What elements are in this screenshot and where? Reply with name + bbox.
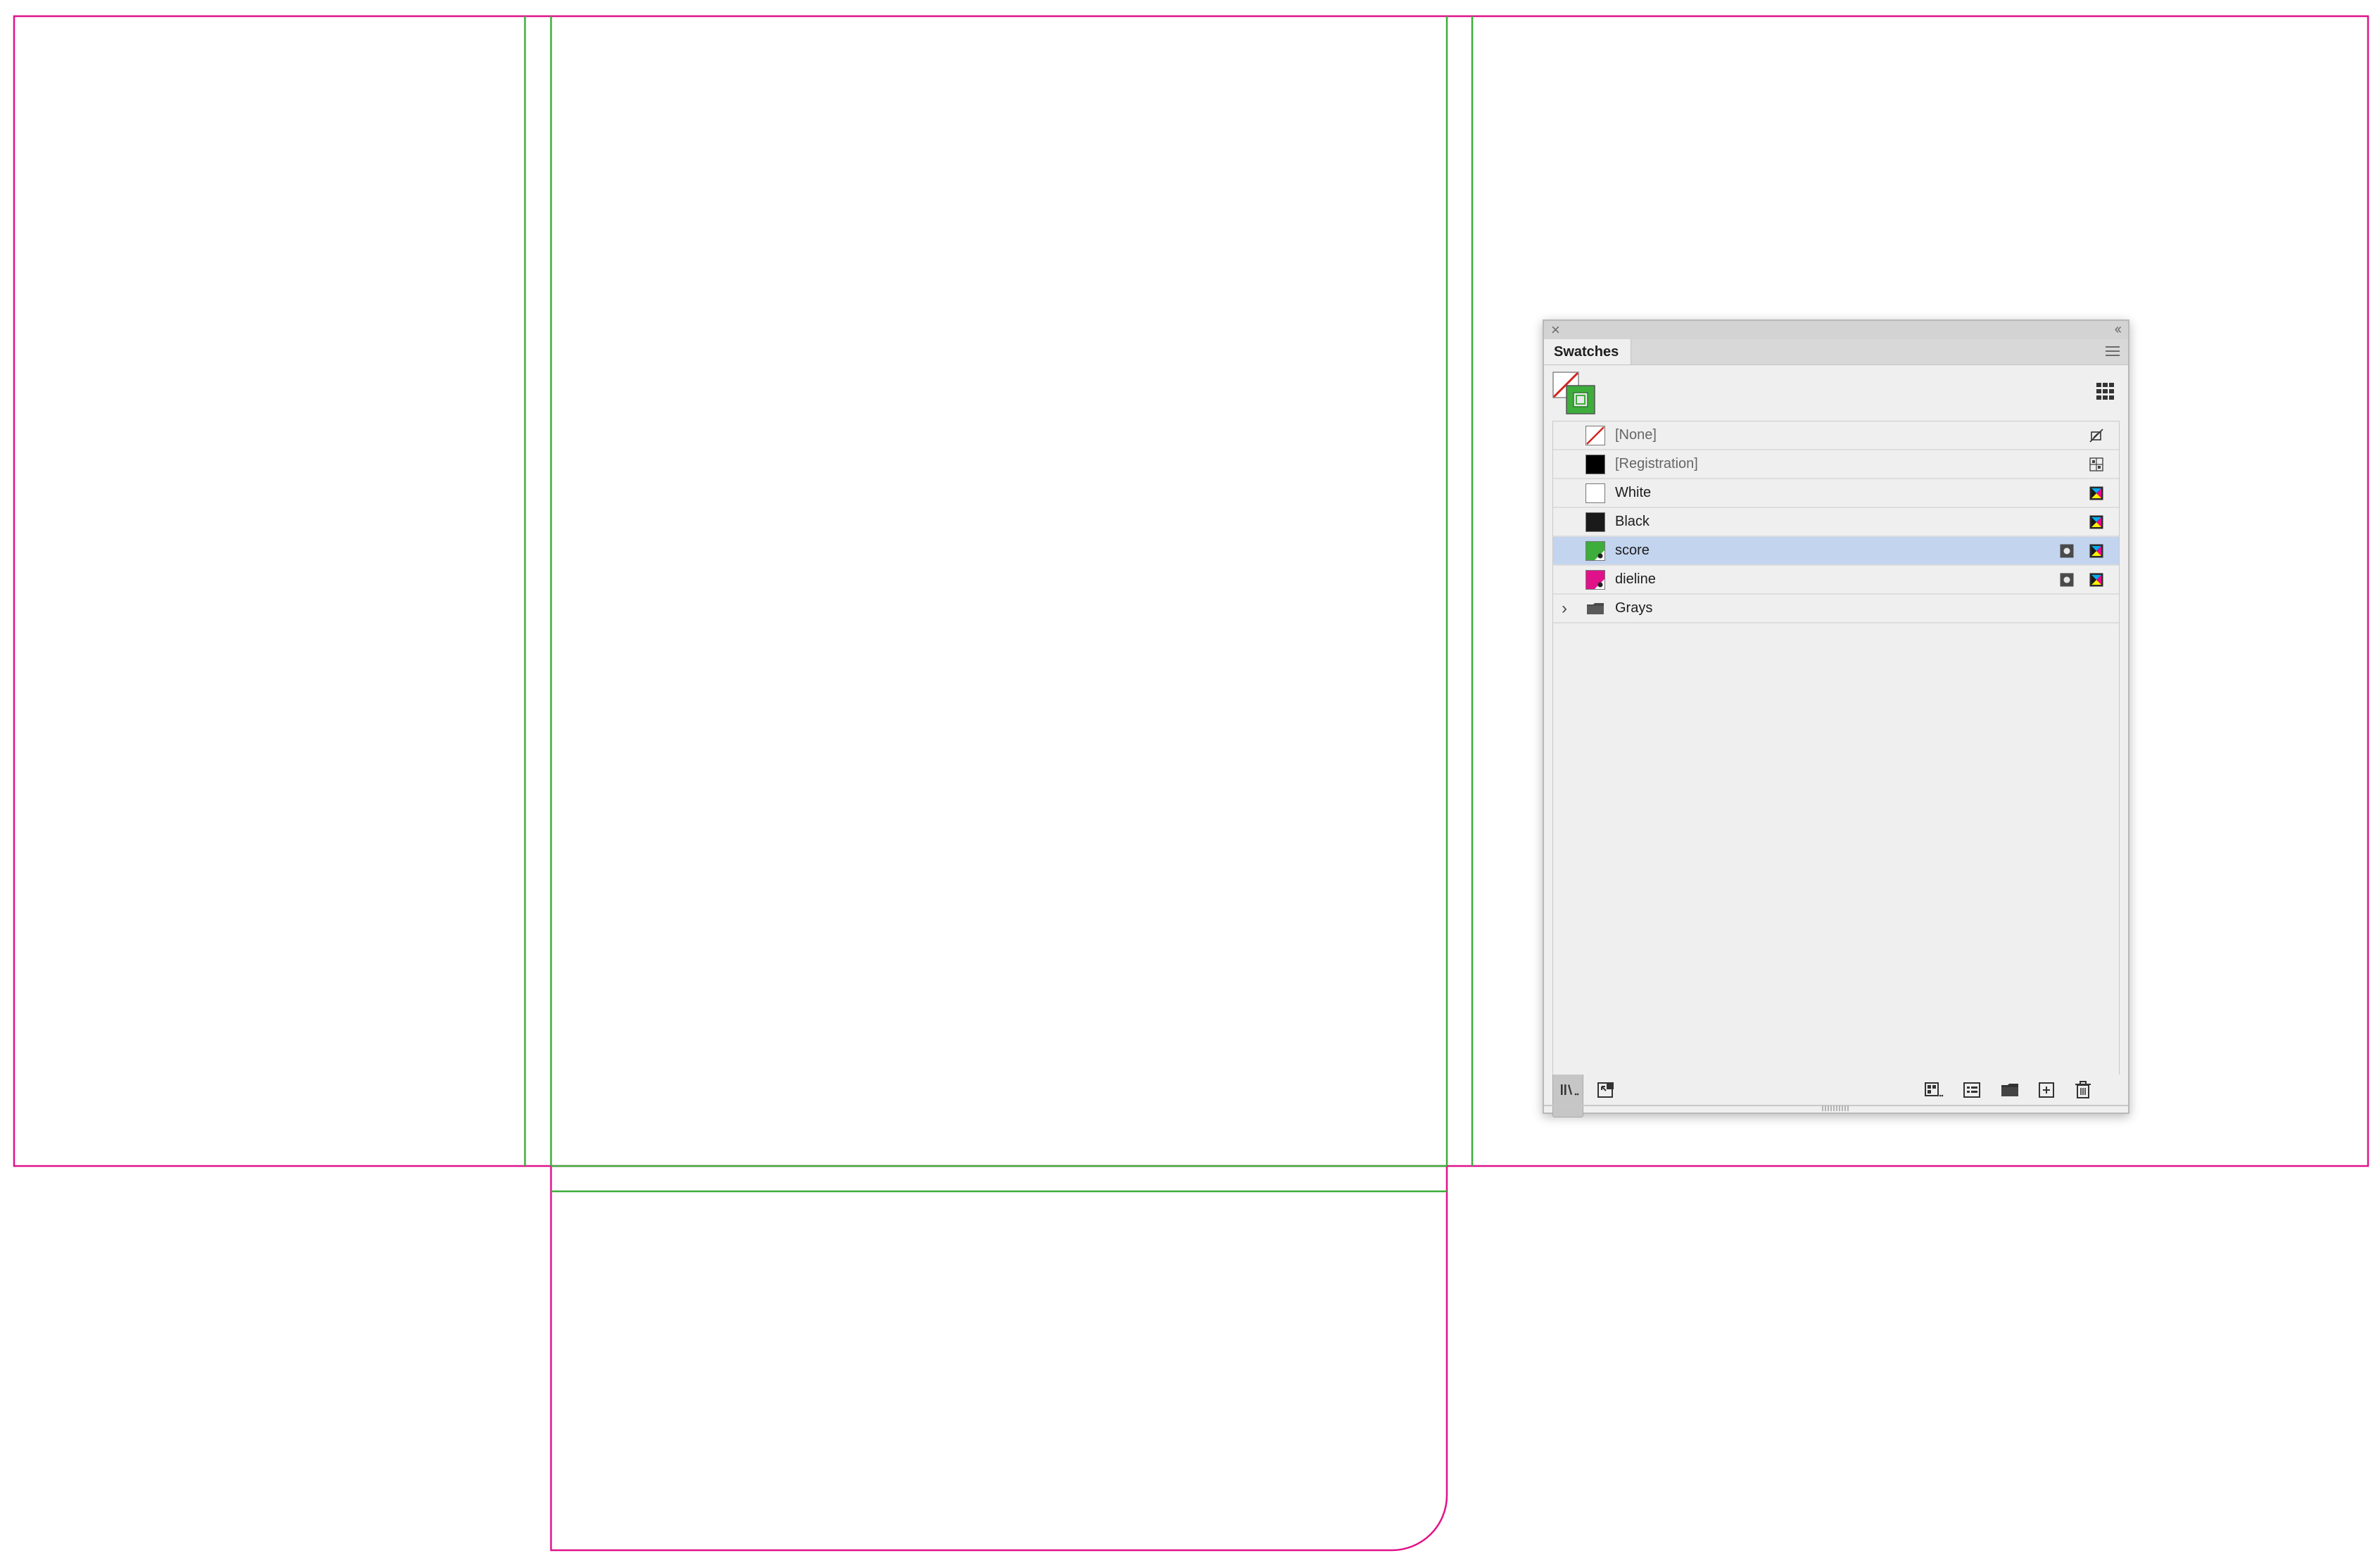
panel-titlebar[interactable]: × ‹‹ (1544, 321, 2128, 340)
spot-corner-icon (1595, 579, 1604, 589)
swatch-name: [Registration] (1615, 456, 1698, 471)
swatch-row-score[interactable]: score (1553, 537, 2119, 566)
swatch-views-icon[interactable] (1924, 1081, 1944, 1099)
swatch-group-grays[interactable]: › Grays (1553, 595, 2119, 623)
spot-icon (2060, 544, 2074, 558)
swatch-name: [None] (1615, 427, 1657, 443)
swatch-chip-score (1585, 541, 1605, 561)
cmyk-icon (2089, 544, 2103, 558)
spot-icon (2060, 573, 2074, 587)
panel-toolbar (1544, 365, 2128, 1117)
trash-icon[interactable] (2073, 1081, 2093, 1099)
panel-tab-row: Swatches (1544, 339, 2128, 365)
new-color-group-icon[interactable] (2000, 1081, 2020, 1099)
swatches-panel[interactable]: × ‹‹ Swatches [None] [Registration] Whit… (1543, 319, 2129, 1117)
swatch-name: Black (1615, 514, 1650, 529)
swatch-name: score (1615, 543, 1650, 558)
cmyk-icon (2089, 515, 2103, 529)
place-swatches-icon[interactable] (1596, 1081, 1616, 1099)
panel-resize-grip[interactable] (1822, 1105, 1850, 1111)
swatch-list[interactable]: [None] [Registration] White Black score … (1552, 421, 2120, 1075)
folder-icon (1587, 603, 1604, 614)
fill-stroke-proxy-icon[interactable] (1552, 372, 1597, 417)
swatch-row-none[interactable]: [None] (1553, 422, 2119, 450)
none-swatch-icon (1586, 426, 1604, 445)
swatch-row-black[interactable]: Black (1553, 508, 2119, 537)
swatch-chip-black (1585, 512, 1605, 532)
spot-corner-icon (1595, 550, 1604, 560)
new-swatch-icon[interactable] (2037, 1081, 2056, 1099)
show-swatch-kinds-icon[interactable] (1962, 1081, 1982, 1099)
cmyk-icon (2089, 573, 2103, 587)
grid-view-icon (2096, 383, 2114, 400)
swatch-chip-white (1585, 483, 1605, 503)
registration-icon (2089, 457, 2103, 471)
chevron-right-icon[interactable]: › (1562, 595, 1576, 622)
swatch-row-white[interactable]: White (1553, 479, 2119, 508)
panel-bottom-toolbar (1544, 1074, 2128, 1105)
grid-view-button[interactable] (2090, 376, 2121, 407)
swatch-group-name: Grays (1615, 600, 1653, 616)
panel-menu-icon[interactable] (2106, 346, 2120, 357)
swatch-chip-none (1585, 426, 1605, 445)
swatch-row-registration[interactable]: [Registration] (1553, 450, 2119, 479)
close-icon[interactable]: × (1551, 322, 1560, 338)
swatch-name: dieline (1615, 571, 1656, 587)
no-edit-icon (2089, 429, 2103, 443)
swatch-libraries-icon[interactable] (1559, 1081, 1579, 1099)
swatch-chip-registration (1585, 455, 1605, 474)
collapse-icon[interactable]: ‹‹ (2115, 321, 2122, 338)
swatch-row-dieline[interactable]: dieline (1553, 566, 2119, 595)
cmyk-icon (2089, 486, 2103, 500)
tab-swatches[interactable]: Swatches (1544, 339, 1631, 365)
swatch-name: White (1615, 485, 1652, 500)
swatch-chip-dieline (1585, 570, 1605, 590)
